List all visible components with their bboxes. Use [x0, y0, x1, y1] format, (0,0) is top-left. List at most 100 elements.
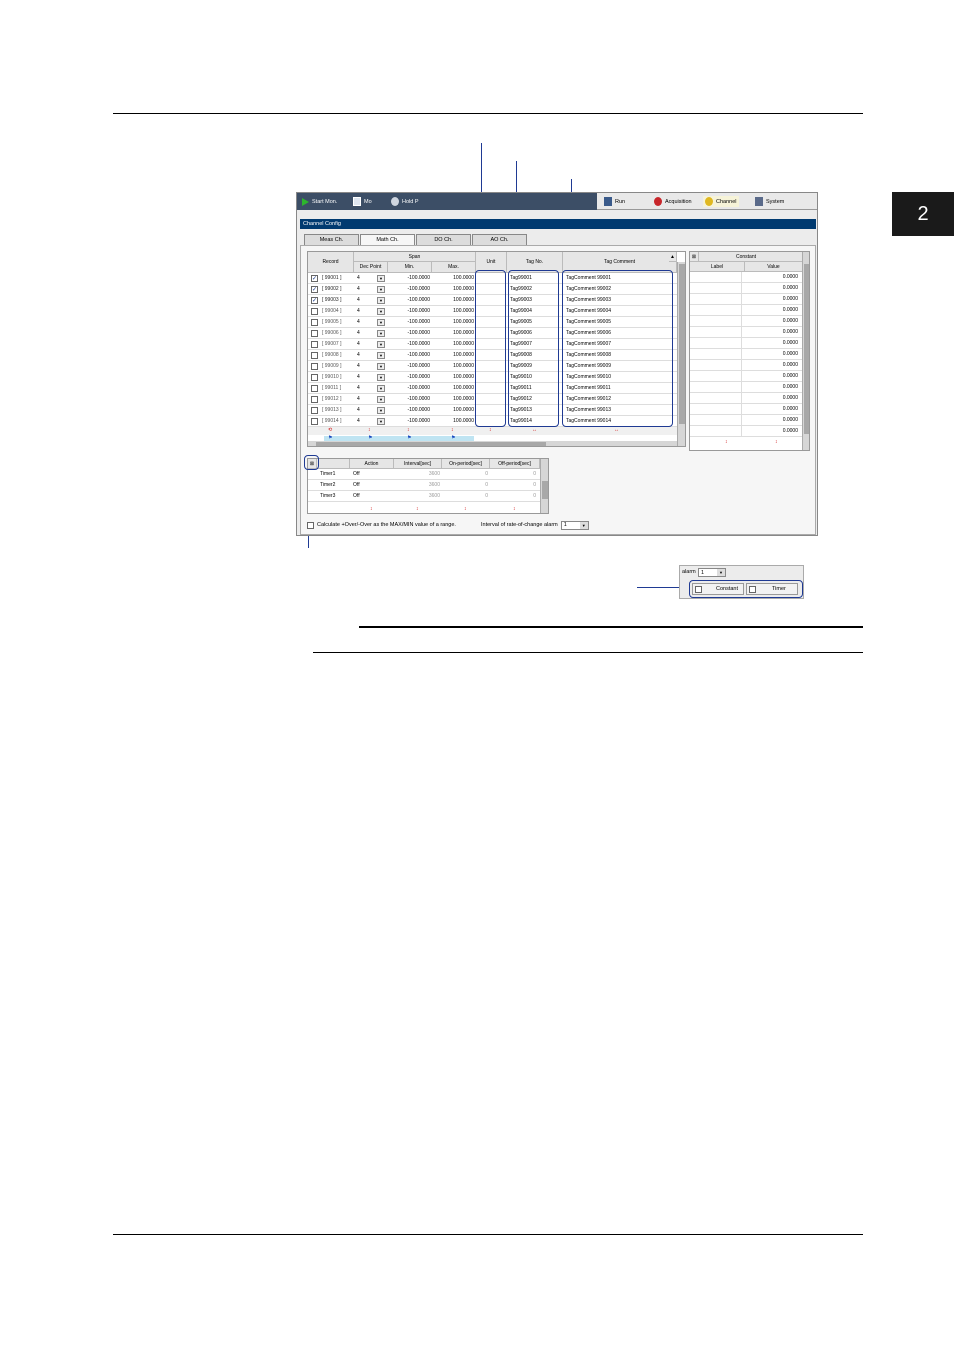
constant-value[interactable]: 0.0000: [747, 316, 800, 327]
constant-value[interactable]: 0.0000: [747, 415, 800, 426]
constant-label[interactable]: [692, 338, 742, 349]
horizontal-scroll-thumb[interactable]: [316, 442, 546, 446]
constant-label[interactable]: [692, 283, 742, 294]
timer-interval[interactable]: 3600: [396, 480, 440, 491]
max-value[interactable]: 100.0000: [434, 273, 474, 284]
system-button[interactable]: System: [755, 196, 784, 207]
constant-value[interactable]: 0.0000: [747, 338, 800, 349]
timer-toggle-button[interactable]: Timer: [746, 583, 798, 595]
min-value[interactable]: -100.0000: [390, 361, 430, 372]
constant-value[interactable]: 0.0000: [747, 382, 800, 393]
dec-point-dropdown[interactable]: ▼: [377, 352, 385, 359]
timer-off-period[interactable]: 0: [492, 480, 536, 491]
min-value[interactable]: -100.0000: [390, 317, 430, 328]
constant-label[interactable]: [692, 305, 742, 316]
record-checkbox[interactable]: [311, 319, 318, 326]
max-value[interactable]: 100.0000: [434, 295, 474, 306]
max-value[interactable]: 100.0000: [434, 317, 474, 328]
max-value[interactable]: 100.0000: [434, 394, 474, 405]
record-checkbox[interactable]: [311, 385, 318, 392]
timer-vertical-scrollbar[interactable]: [540, 459, 548, 513]
record-checkbox[interactable]: [311, 363, 318, 370]
tab-do-ch[interactable]: DO Ch.: [416, 234, 471, 245]
record-checkbox[interactable]: [311, 341, 318, 348]
record-checkbox[interactable]: [311, 330, 318, 337]
dec-point-dropdown[interactable]: ▼: [377, 341, 385, 348]
constant-label[interactable]: [692, 404, 742, 415]
dec-point-dropdown[interactable]: ▼: [377, 363, 385, 370]
max-value[interactable]: 100.0000: [434, 328, 474, 339]
min-value[interactable]: -100.0000: [390, 405, 430, 416]
min-value[interactable]: -100.0000: [390, 383, 430, 394]
timer-on-period[interactable]: 0: [444, 491, 488, 502]
max-value[interactable]: 100.0000: [434, 361, 474, 372]
constant-label[interactable]: [692, 349, 742, 360]
constant-value[interactable]: 0.0000: [747, 426, 800, 437]
max-value[interactable]: 100.0000: [434, 416, 474, 427]
tab-ao-ch[interactable]: AO Ch.: [472, 234, 527, 245]
record-checkbox[interactable]: ✓: [311, 297, 318, 304]
max-value[interactable]: 100.0000: [434, 339, 474, 350]
min-value[interactable]: -100.0000: [390, 306, 430, 317]
min-value[interactable]: -100.0000: [390, 416, 430, 427]
record-checkbox[interactable]: [311, 308, 318, 315]
constant-label[interactable]: [692, 371, 742, 382]
max-value[interactable]: 100.0000: [434, 372, 474, 383]
constant-label[interactable]: [692, 294, 742, 305]
constant-value[interactable]: 0.0000: [747, 283, 800, 294]
constant-label[interactable]: [692, 272, 742, 283]
constant-label[interactable]: [692, 360, 742, 371]
timer-off-period[interactable]: 0: [492, 491, 536, 502]
dec-point-dropdown[interactable]: ▼: [377, 374, 385, 381]
constant-scroll-thumb[interactable]: [804, 264, 809, 434]
record-checkbox[interactable]: [311, 418, 318, 425]
record-checkbox[interactable]: ✓: [311, 286, 318, 293]
constant-close-icon[interactable]: ⊠: [690, 252, 699, 262]
dec-point-dropdown[interactable]: ▼: [377, 297, 385, 304]
max-value[interactable]: 100.0000: [434, 306, 474, 317]
dec-point-dropdown[interactable]: ▼: [377, 308, 385, 315]
dec-point-dropdown[interactable]: ▼: [377, 407, 385, 414]
min-value[interactable]: -100.0000: [390, 284, 430, 295]
constant-label[interactable]: [692, 382, 742, 393]
vertical-scrollbar[interactable]: [677, 262, 685, 446]
calc-option[interactable]: Calculate +Over/-Over as the MAX/MIN val…: [307, 520, 456, 530]
timer-action[interactable]: Off: [353, 469, 391, 480]
timer-action[interactable]: Off: [353, 480, 391, 491]
dec-point-dropdown[interactable]: ▼: [377, 286, 385, 293]
constant-value[interactable]: 0.0000: [747, 404, 800, 415]
max-value[interactable]: 100.0000: [434, 284, 474, 295]
constant-label[interactable]: [692, 426, 742, 437]
record-checkbox[interactable]: ✓: [311, 275, 318, 282]
constant-value[interactable]: 0.0000: [747, 272, 800, 283]
max-value[interactable]: 100.0000: [434, 405, 474, 416]
constant-value[interactable]: 0.0000: [747, 360, 800, 371]
max-value[interactable]: 100.0000: [434, 350, 474, 361]
dec-point-dropdown[interactable]: ▼: [377, 418, 385, 425]
tab-meas-ch[interactable]: Meas Ch.: [304, 234, 359, 245]
min-value[interactable]: -100.0000: [390, 273, 430, 284]
channel-button[interactable]: Channel: [703, 196, 739, 207]
min-value[interactable]: -100.0000: [390, 328, 430, 339]
timer-action[interactable]: Off: [353, 491, 391, 502]
min-value[interactable]: -100.0000: [390, 350, 430, 361]
constant-toggle-button[interactable]: Constant: [692, 583, 744, 595]
record-checkbox[interactable]: [311, 352, 318, 359]
interval-select[interactable]: 1 ▼: [560, 520, 589, 530]
start-mon-button[interactable]: Start Mon.: [302, 196, 337, 207]
constant-label[interactable]: [692, 393, 742, 404]
constant-value[interactable]: 0.0000: [747, 327, 800, 338]
dec-point-dropdown[interactable]: ▼: [377, 396, 385, 403]
run-button[interactable]: Run: [604, 196, 625, 207]
min-value[interactable]: -100.0000: [390, 339, 430, 350]
dec-point-dropdown[interactable]: ▼: [377, 319, 385, 326]
timer-scroll-thumb[interactable]: [542, 481, 548, 499]
timer-interval[interactable]: 3600: [396, 491, 440, 502]
constant-value[interactable]: 0.0000: [747, 393, 800, 404]
constant-label[interactable]: [692, 316, 742, 327]
horizontal-scrollbar[interactable]: [308, 441, 677, 446]
constant-label[interactable]: [692, 327, 742, 338]
constant-value[interactable]: 0.0000: [747, 305, 800, 316]
constant-value[interactable]: 0.0000: [747, 371, 800, 382]
calc-checkbox[interactable]: [307, 521, 314, 529]
